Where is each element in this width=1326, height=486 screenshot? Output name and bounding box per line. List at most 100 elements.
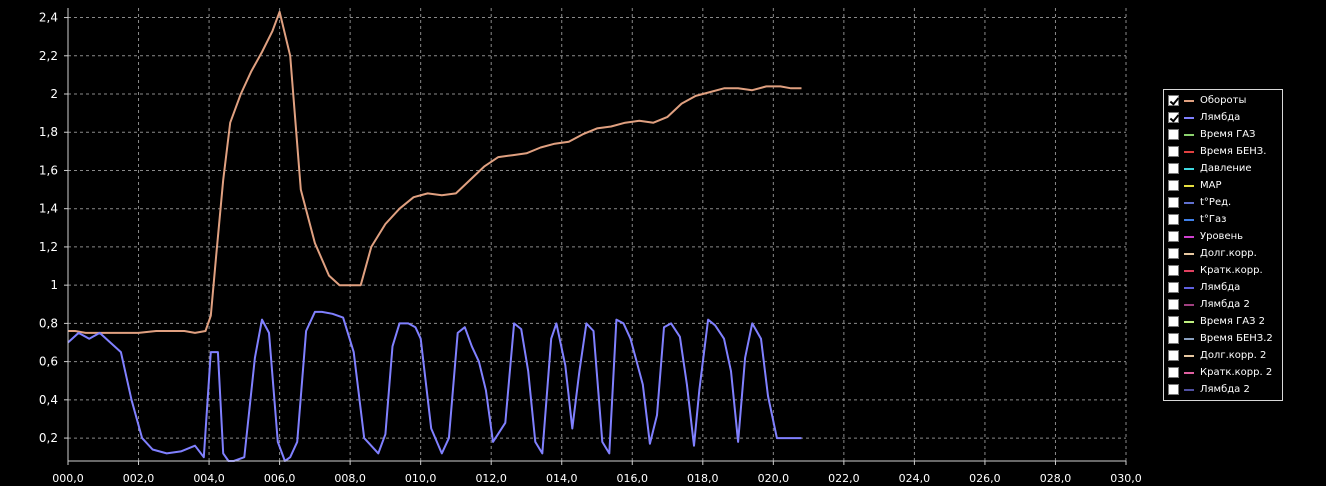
legend-item[interactable]: Долг.корр. [1164, 245, 1282, 262]
series-layer [67, 10, 802, 462]
legend-checkbox[interactable] [1168, 197, 1179, 208]
legend-checkbox[interactable] [1168, 180, 1179, 191]
legend-swatch [1184, 218, 1194, 221]
legend-checkbox[interactable] [1168, 231, 1179, 242]
legend-label: t°Ред. [1200, 197, 1232, 208]
legend-item[interactable]: Кратк.корр. 2 [1164, 364, 1282, 381]
legend-label: Лямбда [1200, 112, 1241, 123]
legend-checkbox[interactable] [1168, 282, 1179, 293]
axes [64, 8, 1127, 465]
x-tick-label: 014,0 [546, 472, 578, 485]
legend-swatch [1184, 99, 1194, 102]
x-tick-label: 004,0 [193, 472, 225, 485]
legend-label: Время ГАЗ [1200, 129, 1256, 140]
y-tick-label: 2,2 [39, 49, 58, 63]
legend-checkbox[interactable] [1168, 350, 1179, 361]
x-tick-label: 012,0 [475, 472, 507, 485]
y-tick-label: 0,8 [39, 316, 58, 330]
legend-item[interactable]: MAP [1164, 177, 1282, 194]
grid [68, 8, 1127, 461]
legend-label: MAP [1200, 180, 1222, 191]
legend-item[interactable]: Долг.корр. 2 [1164, 347, 1282, 364]
legend-label: Обороты [1200, 95, 1247, 106]
x-tick-label: 022,0 [828, 472, 860, 485]
legend-label: Давление [1200, 163, 1252, 174]
chart: 0,20,40,60,811,21,41,61,822,22,4 000,0 00… [39, 8, 1142, 485]
x-tick-label: 018,0 [687, 472, 719, 485]
legend-swatch [1184, 269, 1194, 272]
y-tick-label: 0,2 [39, 431, 58, 445]
legend-swatch [1184, 184, 1194, 187]
legend-label: Лямбда [1200, 282, 1241, 293]
legend-label: Время БЕНЗ.2 [1200, 333, 1273, 344]
x-tick-label: 008,0 [334, 472, 366, 485]
y-tick-label: 1,2 [39, 240, 58, 254]
x-tick-label: 006,0 [264, 472, 296, 485]
x-tick-label: 016,0 [617, 472, 649, 485]
x-axis-ticks: 000,0 002,0 004,0 006,0 008,0 010,0 012,0 014,0… [52, 472, 1142, 485]
x-tick-label: 002,0 [123, 472, 155, 485]
legend-item[interactable]: Лямбда 2 [1164, 381, 1282, 398]
legend-item[interactable]: Время ГАЗ 2 [1164, 313, 1282, 330]
legend-swatch [1184, 286, 1194, 289]
y-tick-label: 0,6 [39, 355, 58, 369]
legend-swatch [1184, 201, 1194, 204]
legend-swatch [1184, 354, 1194, 357]
legend-checkbox[interactable] [1168, 265, 1179, 276]
legend-checkbox[interactable] [1168, 299, 1179, 310]
legend-swatch [1184, 252, 1194, 255]
x-tick-label: 026,0 [969, 472, 1001, 485]
legend-swatch [1184, 371, 1194, 374]
legend-item[interactable]: Кратк.корр. [1164, 262, 1282, 279]
legend-swatch [1184, 150, 1194, 153]
x-tick-label: 024,0 [899, 472, 931, 485]
y-tick-label: 1,4 [39, 202, 58, 216]
x-tick-label: 000,0 [52, 472, 84, 485]
y-tick-label: 2 [50, 87, 58, 101]
legend-swatch [1184, 320, 1194, 323]
legend-checkbox[interactable] [1168, 384, 1179, 395]
legend-swatch [1184, 337, 1194, 340]
y-tick-label: 1 [50, 278, 58, 292]
legend-swatch [1184, 133, 1194, 136]
legend-label: Кратк.корр. 2 [1200, 367, 1273, 378]
legend-item[interactable]: Время ГАЗ [1164, 126, 1282, 143]
y-tick-label: 1,6 [39, 163, 58, 177]
legend-checkbox[interactable] [1168, 333, 1179, 344]
legend-swatch [1184, 235, 1194, 238]
x-tick-label: 020,0 [758, 472, 790, 485]
legend-checkbox[interactable] [1168, 129, 1179, 140]
legend-item[interactable]: Время БЕНЗ.2 [1164, 330, 1282, 347]
legend-item[interactable]: t°Газ [1164, 211, 1282, 228]
legend-item[interactable]: Давление [1164, 160, 1282, 177]
legend-checkbox[interactable] [1168, 163, 1179, 174]
legend-item[interactable]: Лямбда [1164, 279, 1282, 296]
legend-swatch [1184, 303, 1194, 306]
legend-checkbox[interactable] [1168, 146, 1179, 157]
legend-item[interactable]: Лямбда [1164, 109, 1282, 126]
legend-item[interactable]: Время БЕНЗ. [1164, 143, 1282, 160]
legend-swatch [1184, 388, 1194, 391]
legend-swatch [1184, 116, 1194, 119]
legend-label: Кратк.корр. [1200, 265, 1263, 276]
legend-item[interactable]: Лямбда 2 [1164, 296, 1282, 313]
legend-item[interactable]: t°Ред. [1164, 194, 1282, 211]
legend-label: Долг.корр. [1200, 248, 1257, 259]
legend-checkbox[interactable] [1168, 316, 1179, 327]
x-tick-label: 028,0 [1040, 472, 1072, 485]
x-tick-label: 030,0 [1110, 472, 1142, 485]
legend-checkbox[interactable] [1168, 112, 1179, 123]
legend-item[interactable]: Уровень [1164, 228, 1282, 245]
y-tick-label: 0,4 [39, 393, 58, 407]
legend-label: Уровень [1200, 231, 1244, 242]
legend-checkbox[interactable] [1168, 248, 1179, 259]
legend: Обороты Лямбда Время ГАЗ Время БЕНЗ. Давлени… [1163, 89, 1283, 401]
legend-item[interactable]: Обороты [1164, 92, 1282, 109]
legend-checkbox[interactable] [1168, 95, 1179, 106]
legend-checkbox[interactable] [1168, 367, 1179, 378]
y-tick-label: 1,8 [39, 125, 58, 139]
legend-label: Лямбда 2 [1200, 299, 1250, 310]
legend-checkbox[interactable] [1168, 214, 1179, 225]
y-axis-ticks: 0,2 0,4 0,6 0,8 1 1,2 1,4 1,6 1,8 2 2,2 2,4 [39, 11, 58, 446]
legend-label: t°Газ [1200, 214, 1227, 225]
